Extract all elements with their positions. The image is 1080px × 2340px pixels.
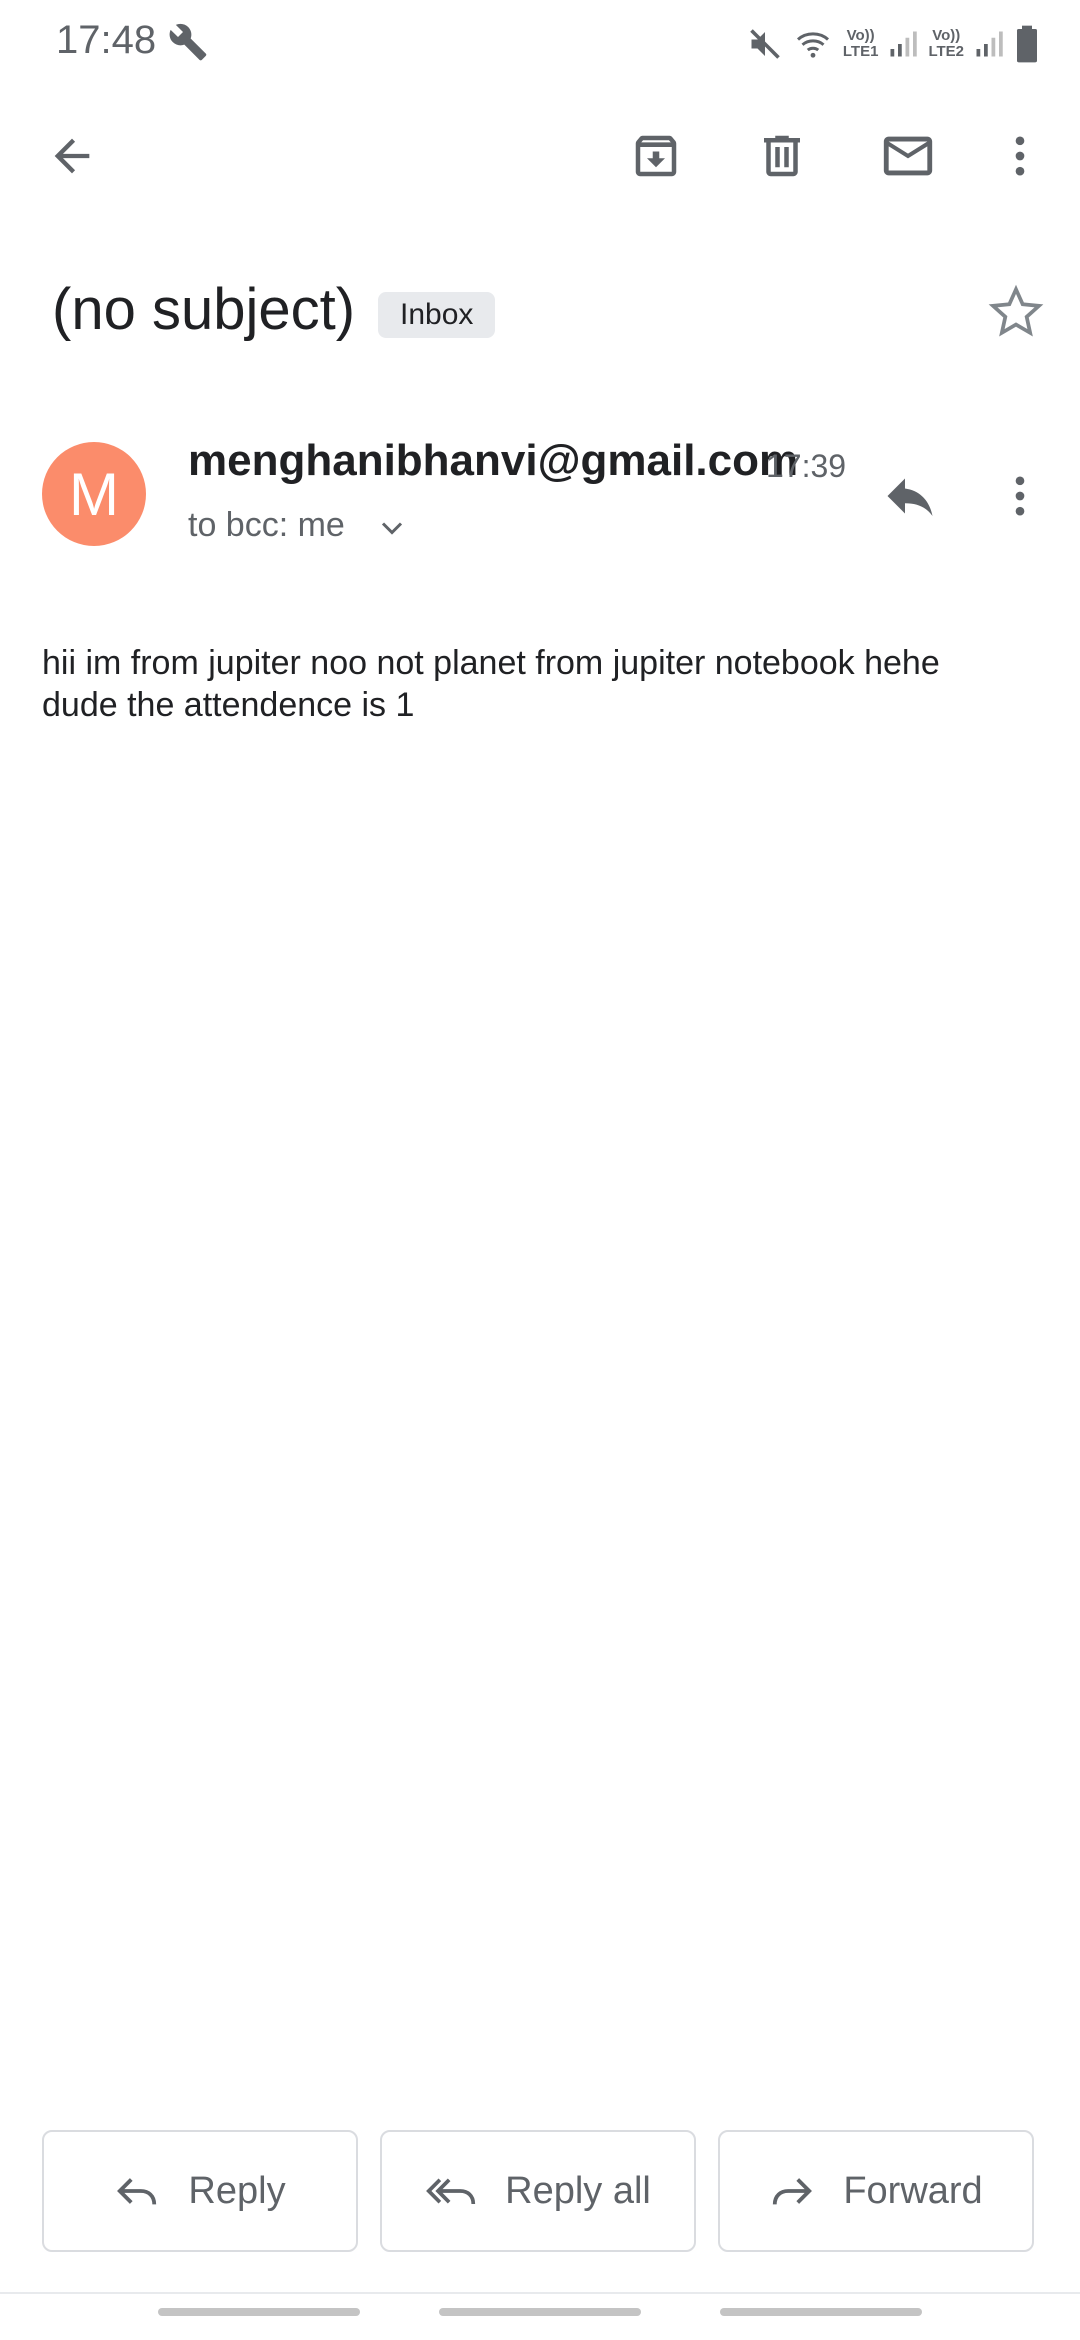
body-line: hii im from jupiter noo not planet from … — [42, 644, 940, 682]
reply-icon — [887, 478, 933, 516]
status-bar: 17:48 Vo)) LTE1 Vo)) LTE2 — [0, 0, 1080, 90]
sender-email: menghanibhanvi@gmail.com — [188, 436, 799, 485]
avatar[interactable]: M — [42, 442, 146, 546]
mark-unread-icon — [883, 136, 933, 176]
nav-back-button[interactable] — [720, 2308, 922, 2316]
message-time: 17:39 — [766, 448, 847, 484]
back-arrow-icon — [54, 138, 90, 174]
delete-icon — [764, 135, 800, 177]
message-more-button[interactable] — [980, 456, 1060, 536]
signal-icon — [890, 31, 918, 57]
nav-home-button[interactable] — [439, 2308, 641, 2316]
label-chip[interactable]: Inbox — [378, 292, 496, 338]
nav-divider — [0, 2292, 1080, 2294]
reply-all-button[interactable]: Reply all — [380, 2130, 696, 2252]
more-vert-icon — [1015, 476, 1025, 516]
quick-reply-button[interactable] — [870, 456, 950, 536]
more-options-button[interactable] — [980, 116, 1060, 196]
wrench-icon — [169, 23, 207, 61]
forward-icon — [773, 2178, 813, 2205]
nav-recents-button[interactable] — [158, 2308, 360, 2316]
star-icon[interactable] — [984, 280, 1048, 344]
email-body: hii im from jupiter noo not planet from … — [42, 642, 1042, 726]
app-bar — [0, 100, 1080, 220]
sim2-indicator: Vo)) LTE2 — [928, 28, 964, 60]
reply-all-label: Reply all — [505, 2169, 651, 2212]
forward-button[interactable]: Forward — [718, 2130, 1034, 2252]
sim1-indicator: Vo)) LTE1 — [843, 28, 879, 60]
back-button[interactable] — [32, 116, 112, 196]
delete-button[interactable] — [742, 116, 822, 196]
archive-button[interactable] — [616, 116, 696, 196]
email-view-screen: 17:48 Vo)) LTE1 Vo)) LTE2 (no subject) I… — [0, 0, 1080, 2340]
sim1-volte: Vo)) — [846, 27, 875, 44]
recipients-summary[interactable]: to bcc: me — [188, 506, 345, 545]
reply-all-icon — [426, 2178, 476, 2205]
forward-label: Forward — [843, 2169, 983, 2212]
sim2-lte: LTE2 — [928, 43, 964, 60]
signal-icon — [976, 31, 1003, 57]
status-time: 17:48 — [56, 18, 157, 62]
mark-unread-button[interactable] — [868, 116, 948, 196]
mute-icon — [750, 29, 780, 59]
chevron-down-icon[interactable] — [374, 510, 410, 546]
status-icons: Vo)) LTE1 Vo)) LTE2 — [747, 20, 1040, 68]
body-line: dude the attendence is 1 — [42, 686, 415, 724]
archive-icon — [635, 135, 677, 177]
reply-icon — [117, 2178, 157, 2205]
sim1-lte: LTE1 — [842, 43, 879, 60]
email-subject: (no subject) — [52, 277, 356, 342]
battery-icon — [1017, 25, 1037, 63]
more-vert-icon — [1015, 136, 1025, 176]
reply-button[interactable]: Reply — [42, 2130, 358, 2252]
sim2-volte: Vo)) — [932, 27, 961, 44]
reply-label: Reply — [188, 2169, 286, 2212]
wifi-icon — [796, 32, 829, 58]
